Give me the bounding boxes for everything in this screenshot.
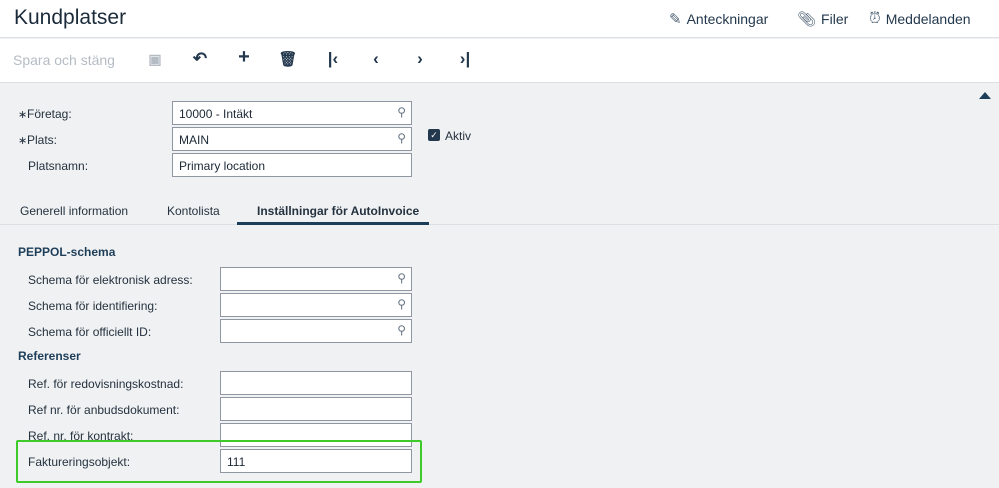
search-icon[interactable]: ⚲ — [397, 323, 406, 337]
foretag-value: 10000 - Intäkt — [179, 107, 253, 121]
search-icon[interactable]: ⚲ — [397, 297, 406, 311]
delete-icon[interactable]: 🗑︎ — [276, 50, 300, 68]
first-record-icon[interactable]: |‹ — [321, 49, 345, 69]
ref-field-label: Ref. för redovisningskostnad: — [28, 377, 184, 391]
search-icon[interactable]: ⚲ — [397, 131, 406, 145]
toolbar: Spara och stäng ▣ ↶ + 🗑︎ |‹ ‹ › ›| — [0, 39, 999, 83]
platsnamn-input[interactable]: Primary location — [172, 153, 412, 177]
search-icon[interactable]: ⚲ — [397, 105, 406, 119]
notes-link[interactable]: ✎ Anteckningar — [669, 10, 768, 28]
official-id-schema-input[interactable]: ⚲ — [220, 319, 412, 343]
peppol-section-title: PEPPOL-schema — [18, 245, 116, 259]
tab-generell-information[interactable]: Generell information — [20, 204, 128, 218]
notes-label: Anteckningar — [686, 11, 769, 27]
tab-kontolista[interactable]: Kontolista — [167, 204, 220, 218]
platsnamn-label: Platsnamn: — [28, 159, 89, 173]
electronic-address-schema-input[interactable]: ⚲ — [220, 267, 412, 291]
tab-autoinvoice[interactable]: Inställningar för AutoInvoice — [257, 204, 419, 218]
aktiv-label: Aktiv — [445, 129, 472, 143]
edit-note-icon: ✎ — [669, 11, 682, 28]
page-header: Kundplatser ✎ Anteckningar 📎︎ Filer ⏰︎ Medd… — [0, 0, 999, 38]
tab-divider — [0, 224, 999, 225]
plats-value: MAIN — [179, 133, 209, 147]
last-record-icon[interactable]: ›| — [453, 49, 477, 69]
referenser-section-title: Referenser — [18, 349, 81, 363]
active-tab-indicator — [237, 222, 429, 225]
aktiv-checkbox[interactable]: ✓ — [428, 129, 440, 141]
identification-schema-input[interactable]: ⚲ — [220, 293, 412, 317]
undo-icon[interactable]: ↶ — [188, 49, 212, 69]
peppol-field-label: Schema för elektronisk adress: — [28, 273, 193, 287]
search-icon[interactable]: ⚲ — [397, 271, 406, 285]
highlight-box — [16, 440, 422, 483]
next-icon[interactable]: › — [408, 49, 432, 69]
foretag-input[interactable]: 10000 - Intäkt ⚲ — [172, 101, 412, 125]
page-title: Kundplatser — [14, 6, 127, 29]
platsnamn-value: Primary location — [179, 159, 266, 173]
add-icon[interactable]: + — [232, 46, 256, 69]
files-label: Filer — [821, 11, 849, 27]
alarm-clock-icon: ⏰︎ — [869, 10, 881, 27]
peppol-field-label: Schema för identifiering: — [28, 299, 158, 313]
paperclip-icon: 📎︎ — [797, 11, 817, 28]
foretag-label: Företag: — [27, 107, 72, 121]
messages-link[interactable]: ⏰︎ Meddelanden — [869, 10, 971, 27]
ref-field-label: Ref nr. för anbudsdokument: — [28, 403, 180, 417]
tender-doc-ref-input[interactable] — [220, 397, 412, 421]
peppol-field-label: Schema för officiellt ID: — [28, 325, 152, 339]
required-icon: ∗ — [18, 109, 28, 121]
accounting-cost-ref-input[interactable] — [220, 371, 412, 395]
collapse-icon[interactable] — [979, 92, 991, 99]
files-link[interactable]: 📎︎ Filer — [797, 10, 848, 28]
plats-input[interactable]: MAIN ⚲ — [172, 127, 412, 151]
plats-label: Plats: — [27, 133, 58, 147]
save-icon[interactable]: ▣ — [143, 51, 167, 68]
save-close-button[interactable]: Spara och stäng — [13, 52, 115, 68]
required-icon: ∗ — [18, 135, 28, 147]
previous-icon[interactable]: ‹ — [364, 49, 388, 69]
messages-label: Meddelanden — [885, 10, 971, 27]
